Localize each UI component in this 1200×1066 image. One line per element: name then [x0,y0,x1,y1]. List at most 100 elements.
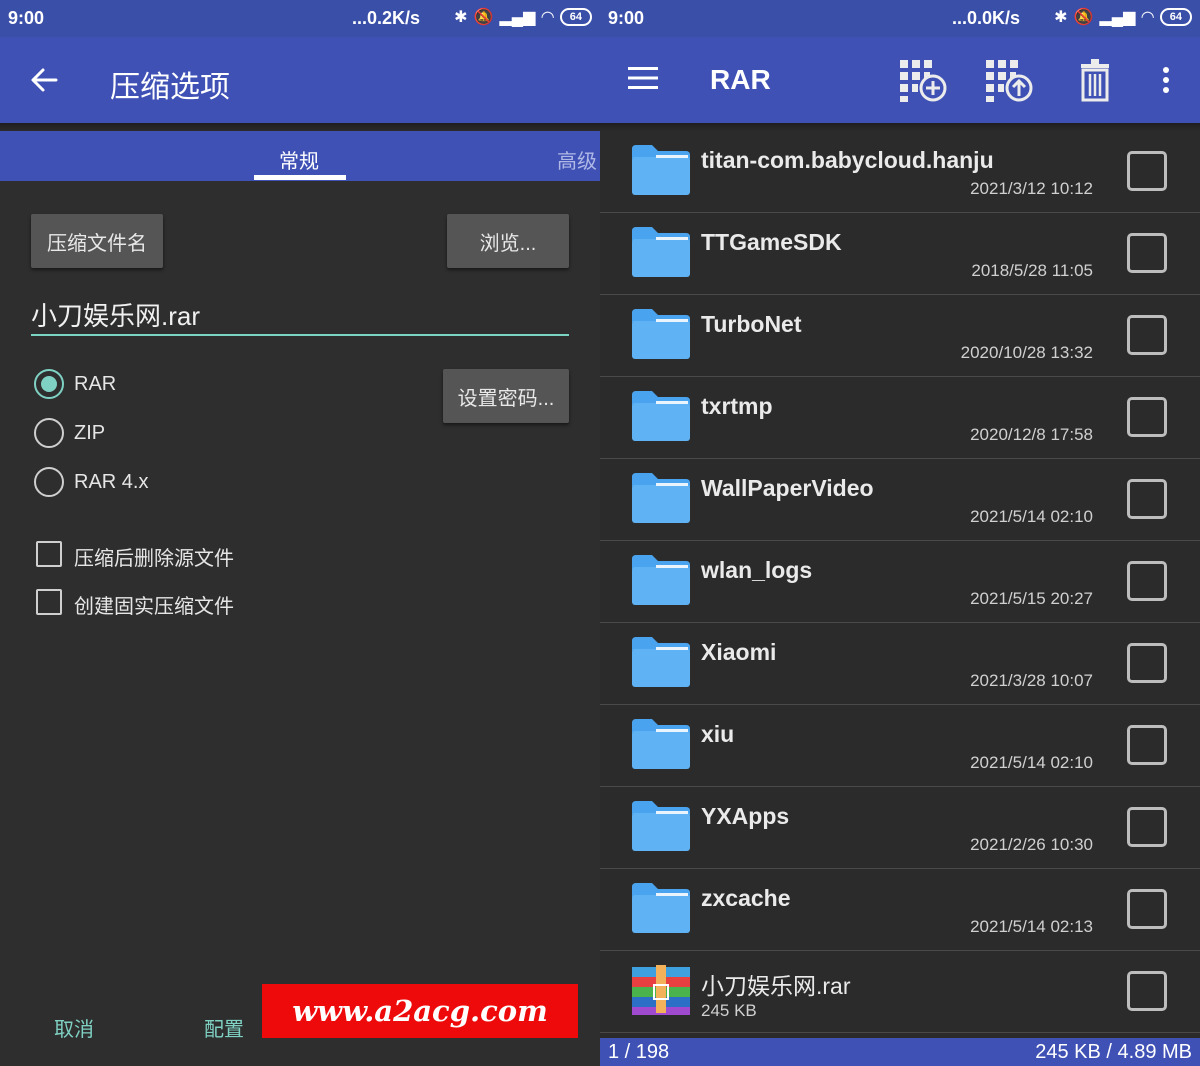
status-time: 9:00 [608,8,645,28]
network-speed: ...0.2K/s [351,8,420,28]
tab-general[interactable]: 常规 [279,145,319,174]
archive-list-item[interactable]: 小刀娱乐网.rar 245 KB [600,951,1200,1033]
profiles-button[interactable]: 配置 [204,1013,244,1042]
item-date: 2021/5/14 02:10 [970,507,1093,526]
status-time: 9:00 [8,8,45,28]
wifi-icon: ◠ [541,9,554,26]
file-list-item[interactable]: Xiaomi 2021/3/28 10:07 [600,623,1200,705]
status-bar: 9:00 ...0.2K/s ✱ 🔕 ▂▄▆ ◠ 64 [0,0,600,37]
delete-after-label: 压缩后删除源文件 [74,548,234,570]
item-date: 2021/3/28 10:07 [970,671,1093,690]
status-bar: 9:00 ...0.0K/s ✱ 🔕 ▂▄▆ ◠ 64 [600,0,1200,37]
item-checkbox[interactable] [1127,725,1167,765]
file-list-item[interactable]: TTGameSDK 2018/5/28 11:05 [600,213,1200,295]
item-size: 245 KB [701,1001,757,1020]
item-date: 2021/5/14 02:13 [970,917,1093,936]
folder-icon [632,883,690,933]
file-list-item[interactable]: WallPaperVideo 2021/5/14 02:10 [600,459,1200,541]
folder-icon [632,309,690,359]
delete-after-checkbox[interactable] [36,541,62,567]
page-title: 压缩选项 [110,71,230,104]
radio-zip-label: ZIP [74,422,106,444]
compression-options-screen: 9:00 ...0.2K/s ✱ 🔕 ▂▄▆ ◠ 64 压缩选项 常规 高级 压… [0,0,600,1066]
folder-icon [632,227,690,277]
folder-icon [632,637,690,687]
item-checkbox[interactable] [1127,889,1167,929]
wifi-icon: ◠ [1141,9,1154,26]
mute-icon: 🔕 [1073,9,1094,26]
item-date: 2021/5/14 02:10 [970,753,1093,772]
status-icons: ✱ 🔕 ▂▄▆ ◠ 64 [1054,7,1192,27]
item-checkbox[interactable] [1127,315,1167,355]
file-list-item[interactable]: YXApps 2021/2/26 10:30 [600,787,1200,869]
folder-icon [632,145,690,195]
item-checkbox[interactable] [1127,397,1167,437]
radio-rar[interactable] [34,369,64,399]
folder-icon [632,801,690,851]
archive-filename-input[interactable]: 小刀娱乐网.rar [31,296,569,336]
rar-archive-icon [632,965,690,1015]
file-list-item[interactable]: titan-com.babycloud.hanju 2021/3/12 10:12 [600,131,1200,213]
item-checkbox[interactable] [1127,561,1167,601]
radio-rar4[interactable] [34,467,64,497]
more-options-icon[interactable] [1160,66,1172,94]
item-checkbox[interactable] [1127,971,1167,1011]
file-list-item[interactable]: zxcache 2021/5/14 02:13 [600,869,1200,951]
item-date: 2020/12/8 17:58 [970,425,1093,444]
item-date: 2021/3/12 10:12 [970,179,1093,198]
status-footer: 1 / 198 245 KB / 4.89 MB [600,1038,1200,1066]
add-to-archive-icon[interactable] [898,56,948,104]
folder-icon [632,473,690,523]
item-name: TTGameSDK [701,229,842,255]
item-date: 2020/10/28 13:32 [960,343,1093,362]
battery-icon: 64 [559,8,592,26]
browse-button[interactable]: 浏览... [447,214,569,268]
folder-icon [632,719,690,769]
item-date: 2018/5/28 11:05 [971,261,1093,280]
file-list-item[interactable]: txrtmp 2020/12/8 17:58 [600,377,1200,459]
file-browser-screen: 9:00 ...0.0K/s ✱ 🔕 ▂▄▆ ◠ 64 RAR titan-co… [600,0,1200,1066]
file-list-item[interactable]: xiu 2021/5/14 02:10 [600,705,1200,787]
selection-count: 1 / 198 [608,1041,670,1063]
app-bar [0,37,600,123]
bluetooth-icon: ✱ [1054,9,1068,26]
item-name: txrtmp [701,393,773,419]
network-speed: ...0.0K/s [951,8,1020,28]
tab-bar: 常规 高级 [0,131,600,181]
item-name: WallPaperVideo [701,475,874,501]
tab-advanced[interactable]: 高级 [557,145,597,174]
extract-archive-icon[interactable] [984,56,1034,104]
solid-archive-checkbox[interactable] [36,589,62,615]
item-date: 2021/5/15 20:27 [970,589,1093,608]
archive-name-button[interactable]: 压缩文件名 [31,214,163,268]
watermark: www.a2acg.com [262,984,578,1038]
item-checkbox[interactable] [1127,233,1167,273]
signal-icon: ▂▄▆ [499,9,536,26]
set-password-button[interactable]: 设置密码... [443,369,569,423]
item-name: wlan_logs [701,557,813,583]
file-list-item[interactable]: wlan_logs 2021/5/15 20:27 [600,541,1200,623]
folder-icon [632,555,690,605]
cancel-button[interactable]: 取消 [54,1013,94,1042]
radio-zip[interactable] [34,418,64,448]
page-title: RAR [710,64,771,95]
item-checkbox[interactable] [1127,479,1167,519]
hamburger-menu-icon[interactable] [628,66,658,90]
item-name: zxcache [701,885,791,911]
item-checkbox[interactable] [1127,807,1167,847]
bluetooth-icon: ✱ [454,9,468,26]
back-arrow-icon[interactable] [28,64,60,96]
item-checkbox[interactable] [1127,151,1167,191]
mute-icon: 🔕 [473,9,494,26]
selection-size: 245 KB / 4.89 MB [1035,1041,1192,1063]
item-name: Xiaomi [701,639,777,665]
item-name: YXApps [701,803,790,829]
item-name: 小刀娱乐网.rar [701,973,851,999]
radio-rar4-label: RAR 4.x [74,471,149,493]
trash-icon[interactable] [1072,56,1122,104]
item-date: 2021/2/26 10:30 [970,835,1093,854]
appbar-shadow [0,123,600,131]
file-list-item[interactable]: TurboNet 2020/10/28 13:32 [600,295,1200,377]
item-name: TurboNet [701,311,802,337]
item-checkbox[interactable] [1127,643,1167,683]
